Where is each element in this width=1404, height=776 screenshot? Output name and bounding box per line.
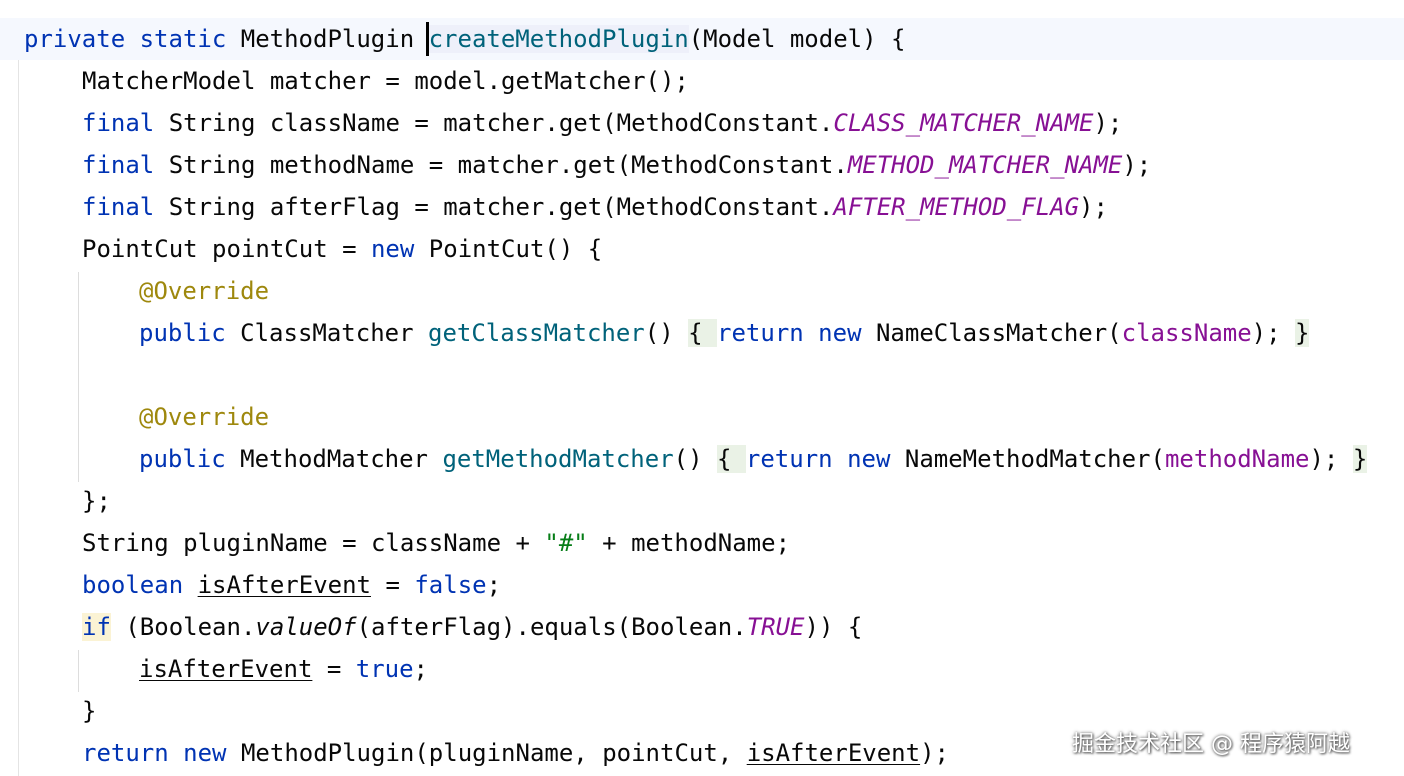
code-token: }	[82, 697, 97, 725]
code-token: false	[414, 571, 487, 599]
code-token: ;	[413, 655, 428, 683]
code-token: methodName	[1164, 445, 1310, 473]
code-token: String pluginName = className +	[82, 529, 545, 557]
code-token: isAfterEvent	[139, 655, 313, 683]
code-token: );	[1079, 193, 1108, 221]
code-line[interactable]: MatcherModel matcher = model.getMatcher(…	[82, 60, 689, 102]
gutter-divider	[18, 60, 19, 776]
code-token: private	[24, 25, 126, 53]
code-token: ;	[486, 571, 502, 599]
code-line[interactable]: String pluginName = className + "#" + me…	[82, 522, 790, 564]
code-line[interactable]: @Override	[139, 396, 269, 438]
code-token: );	[920, 739, 949, 767]
code-token: public	[139, 319, 226, 347]
code-token: MethodPlugin(pluginName, pointCut,	[226, 739, 747, 767]
code-token: NameMethodMatcher(	[890, 445, 1165, 473]
code-token: {	[717, 445, 746, 473]
code-editor[interactable]: private static MethodPlugin createMethod…	[0, 0, 1404, 776]
watermark: 掘金技术社区 @ 程序猿阿越	[1072, 732, 1350, 757]
code-line[interactable]: PointCut pointCut = new PointCut() {	[82, 228, 602, 270]
code-token: @Override	[139, 403, 270, 431]
code-token: NameClassMatcher(	[861, 319, 1122, 347]
code-token: )) {	[804, 613, 863, 641]
code-token: new	[818, 319, 862, 347]
code-token: if	[82, 613, 111, 641]
code-token: (Boolean.	[110, 613, 256, 641]
code-token: PointCut() {	[414, 235, 603, 263]
indent-guide	[78, 650, 79, 692]
code-token: return	[82, 739, 169, 767]
code-token: String afterFlag = matcher.get(MethodCon…	[154, 193, 834, 221]
code-token: }	[1295, 319, 1310, 347]
code-line[interactable]: final String className = matcher.get(Met…	[82, 102, 1122, 144]
code-token: }	[1352, 445, 1368, 473]
code-token: new	[847, 445, 891, 473]
code-token: {	[688, 319, 718, 347]
code-token: className	[1121, 319, 1252, 347]
code-token: getClassMatcher	[428, 319, 645, 347]
code-line[interactable]: };	[82, 480, 111, 522]
code-token: final	[82, 193, 155, 221]
code-token: );	[1309, 445, 1353, 473]
code-line[interactable]: public MethodMatcher getMethodMatcher() …	[139, 438, 1368, 480]
code-token: createMethodPlugin	[428, 25, 689, 53]
code-token: static	[139, 25, 227, 53]
code-token: return	[745, 445, 833, 473]
code-token: );	[1093, 109, 1123, 137]
code-token: new	[370, 235, 415, 263]
code-token: true	[355, 655, 414, 683]
code-token: String className = matcher.get(MethodCon…	[154, 109, 834, 137]
code-line[interactable]: isAfterEvent = true;	[139, 648, 428, 690]
code-token: );	[1122, 151, 1152, 179]
code-token: String methodName = matcher.get(MethodCo…	[154, 151, 848, 179]
code-token: MethodMatcher	[225, 445, 443, 473]
code-line[interactable]: return new MethodPlugin(pluginName, poin…	[82, 732, 949, 774]
code-token: };	[82, 487, 111, 515]
code-token: CLASS_MATCHER_NAME	[833, 109, 1094, 137]
code-token: @Override	[139, 277, 270, 305]
code-token: ()	[673, 445, 717, 473]
code-token: new	[183, 739, 227, 767]
code-token: final	[82, 109, 155, 137]
code-line[interactable]: if (Boolean.valueOf(afterFlag).equals(Bo…	[82, 606, 862, 648]
code-line[interactable]: private static MethodPlugin createMethod…	[24, 18, 905, 60]
code-token: =	[312, 655, 356, 683]
code-token: =	[371, 571, 415, 599]
code-token: (Model model) {	[688, 25, 906, 53]
code-token: PointCut pointCut =	[82, 235, 371, 263]
code-line[interactable]: }	[82, 690, 96, 732]
code-token: );	[1251, 319, 1296, 347]
code-token: "#"	[544, 529, 588, 557]
code-token: MatcherModel matcher = model.getMatcher(…	[82, 67, 689, 95]
indent-guide	[78, 272, 79, 482]
code-token: boolean	[82, 571, 184, 599]
code-token: METHOD_MATCHER_NAME	[847, 151, 1123, 179]
code-line[interactable]: @Override	[139, 270, 269, 312]
code-token: isAfterEvent	[197, 571, 371, 599]
text-caret	[426, 22, 429, 56]
code-token: + methodName;	[587, 529, 791, 557]
code-line[interactable]: final String methodName = matcher.get(Me…	[82, 144, 1151, 186]
code-line[interactable]: boolean isAfterEvent = false;	[82, 564, 501, 606]
code-token: return	[717, 319, 804, 347]
code-token: AFTER_METHOD_FLAG	[833, 193, 1080, 221]
code-token: TRUE	[746, 613, 805, 641]
code-line[interactable]: public ClassMatcher getClassMatcher() { …	[139, 312, 1310, 354]
code-token: (afterFlag).equals(Boolean.	[356, 613, 747, 641]
code-token: valueOf	[255, 613, 357, 641]
code-token: final	[82, 151, 155, 179]
code-token: public	[139, 445, 226, 473]
code-token: ()	[644, 319, 689, 347]
code-token: MethodPlugin	[226, 25, 429, 53]
code-token: isAfterEvent	[746, 739, 921, 767]
code-token: ClassMatcher	[225, 319, 428, 347]
code-token: getMethodMatcher	[442, 445, 674, 473]
code-line[interactable]: final String afterFlag = matcher.get(Met…	[82, 186, 1108, 228]
